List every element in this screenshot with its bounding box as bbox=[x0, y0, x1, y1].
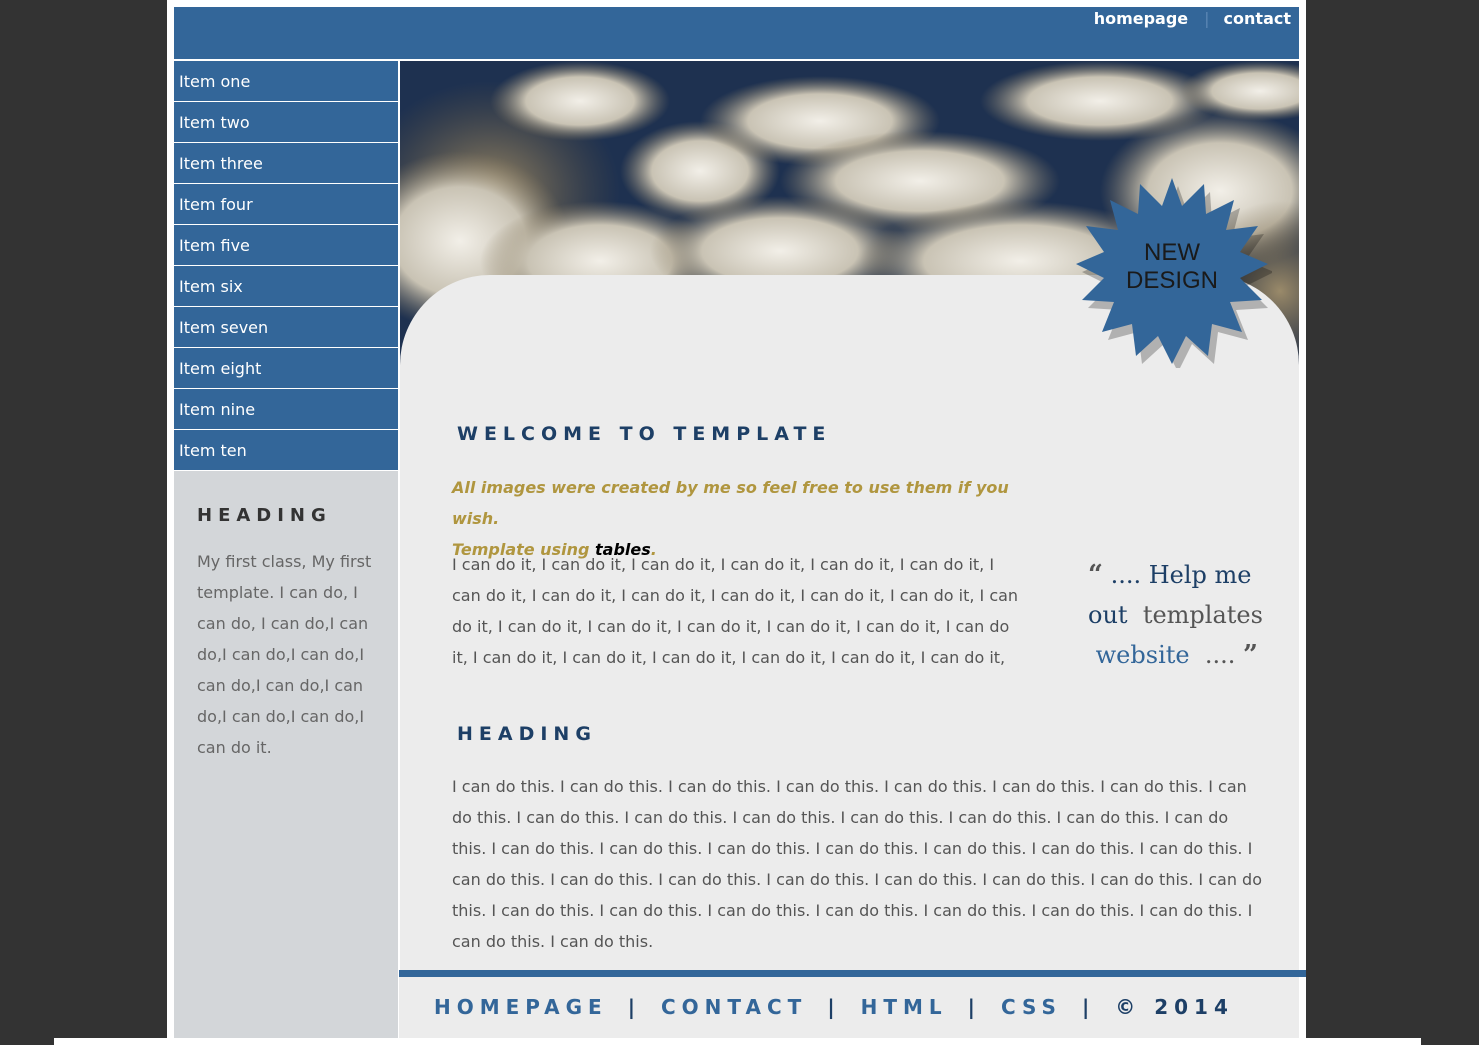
sidebar-item-five[interactable]: Item five bbox=[174, 225, 398, 266]
bottom-strip bbox=[54, 1038, 1421, 1045]
top-link-contact[interactable]: contact bbox=[1224, 9, 1291, 28]
footer-separator: | bbox=[1081, 995, 1096, 1019]
quote-part1: .... Help me bbox=[1102, 561, 1252, 589]
top-link-homepage[interactable]: homepage bbox=[1094, 9, 1188, 28]
sidebar-heading: HEADING bbox=[197, 505, 332, 526]
quote-close-icon: ” bbox=[1243, 640, 1258, 670]
footer-separator: | bbox=[827, 995, 841, 1019]
sidebar-item-four[interactable]: Item four bbox=[174, 184, 398, 225]
sidebar-item-three[interactable]: Item three bbox=[174, 143, 398, 184]
sidebar-item-seven[interactable]: Item seven bbox=[174, 307, 398, 348]
sidebar-item-one[interactable]: Item one bbox=[174, 61, 398, 102]
section-heading: HEADING bbox=[457, 723, 597, 745]
top-nav: homepage | contact bbox=[1094, 9, 1291, 28]
pull-quote: “ .... Help me out templates website ...… bbox=[1088, 555, 1288, 675]
quote-part3: templates bbox=[1142, 601, 1263, 629]
sidebar-item-ten[interactable]: Item ten bbox=[174, 430, 398, 471]
sidebar: Item one Item two Item three Item four I… bbox=[174, 61, 398, 1045]
sidebar-item-six[interactable]: Item six bbox=[174, 266, 398, 307]
footer-copyright: © 2014 bbox=[1115, 995, 1234, 1019]
body-paragraph: I can do it, I can do it, I can do it, I… bbox=[452, 555, 1019, 667]
page-container: homepage | contact Item one Item two Ite… bbox=[167, 0, 1306, 1045]
welcome-heading: WELCOME TO TEMPLATE bbox=[457, 423, 832, 445]
footer-divider bbox=[399, 970, 1306, 977]
footer-link-homepage[interactable]: HOMEPAGE bbox=[434, 995, 608, 1019]
sidebar-item-two[interactable]: Item two bbox=[174, 102, 398, 143]
main-content: WELCOME TO TEMPLATE All images were crea… bbox=[400, 275, 1299, 970]
sidebar-text: My first class, My first template. I can… bbox=[197, 552, 372, 757]
footer-link-contact[interactable]: CONTACT bbox=[661, 995, 807, 1019]
section-paragraph: I can do this. I can do this. I can do t… bbox=[452, 777, 1262, 951]
quote-part4: website bbox=[1095, 641, 1190, 669]
footer-link-html[interactable]: HTML bbox=[861, 995, 948, 1019]
footer-nav: HOMEPAGE | CONTACT | HTML | CSS | © 2014 bbox=[434, 995, 1234, 1019]
intro-line1: All images were created by me so feel fr… bbox=[452, 478, 1009, 528]
footer-separator: | bbox=[967, 995, 981, 1019]
sidebar-item-nine[interactable]: Item nine bbox=[174, 389, 398, 430]
quote-open-icon: “ bbox=[1088, 560, 1103, 590]
quote-part2: out bbox=[1088, 601, 1128, 629]
quote-part5: .... bbox=[1204, 641, 1236, 669]
sidebar-menu: Item one Item two Item three Item four I… bbox=[174, 61, 398, 471]
badge-line1: NEW bbox=[1144, 239, 1200, 266]
top-bar: homepage | contact bbox=[174, 7, 1299, 59]
top-nav-separator: | bbox=[1204, 9, 1210, 28]
footer: HOMEPAGE | CONTACT | HTML | CSS | © 2014 bbox=[399, 977, 1299, 1038]
footer-link-css[interactable]: CSS bbox=[1001, 995, 1062, 1019]
sidebar-item-eight[interactable]: Item eight bbox=[174, 348, 398, 389]
footer-separator: | bbox=[627, 995, 641, 1019]
